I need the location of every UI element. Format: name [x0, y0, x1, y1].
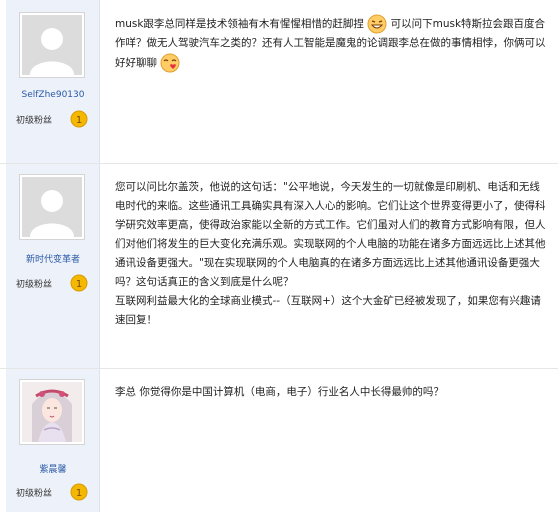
grin-emoji-icon: [367, 14, 387, 34]
post-paragraph: 互联网利益最大化的全球商业模式--（互联网+）这个大金矿已经被发现了，如果您有兴…: [115, 295, 541, 326]
username[interactable]: SelfZhe90130: [6, 90, 100, 100]
post-content: musk跟李总同样是技术领袖有木有惺惺相惜的赶脚捏 可以问下musk特斯拉会跟百…: [115, 14, 547, 73]
avatar[interactable]: [19, 174, 85, 240]
post-paragraph: 您可以问比尔盖茨，他说的这句话："公平地说，今天发生的一切就像是印刷机、电话和无…: [115, 181, 546, 288]
username[interactable]: 紫晨馨: [6, 462, 100, 475]
post-text: musk跟李总同样是技术领袖有木有惺惺相惜的赶脚捏: [115, 18, 364, 30]
user-sidebar: 紫晨馨 初级粉丝 1: [6, 369, 100, 512]
medal-number: 1: [76, 279, 82, 290]
post-2: 新时代变革者 初级粉丝 1 您可以问比尔盖茨，他说的这句话："公平地说，今天发生…: [0, 164, 558, 368]
avatar[interactable]: [19, 379, 85, 445]
rank-label: 初级粉丝: [16, 489, 53, 499]
username[interactable]: 新时代变革者: [6, 252, 100, 265]
kiss-emoji-icon: [160, 53, 180, 73]
user-sidebar: SelfZhe90130 初级粉丝 1: [6, 0, 100, 163]
default-avatar-icon: [22, 15, 82, 75]
rank-label: 初级粉丝: [16, 280, 53, 290]
medal-number: 1: [76, 488, 82, 499]
post-3: 紫晨馨 初级粉丝 1 李总 你觉得你是中国计算机（电商，电子）行业名人中长得最帅…: [0, 369, 558, 512]
rank-label: 初级粉丝: [16, 116, 53, 126]
post-content: 您可以问比尔盖茨，他说的这句话："公平地说，今天发生的一切就像是印刷机、电话和无…: [115, 178, 547, 330]
post-paragraph: 李总 你觉得你是中国计算机（电商，电子）行业名人中长得最帅的吗？: [115, 386, 444, 398]
medal-icon: 1: [70, 274, 88, 292]
medal-icon: 1: [70, 483, 88, 501]
medal-icon: 1: [70, 110, 88, 128]
post-1: SelfZhe90130 初级粉丝 1 musk跟李总同样是技术领袖有木有惺惺相…: [0, 0, 558, 163]
post-content: 李总 你觉得你是中国计算机（电商，电子）行业名人中长得最帅的吗？: [115, 383, 547, 402]
illustrated-avatar-icon: [22, 382, 82, 442]
medal-number: 1: [76, 115, 82, 126]
default-avatar-icon: [22, 177, 82, 237]
avatar[interactable]: [19, 12, 85, 78]
user-sidebar: 新时代变革者 初级粉丝 1: [6, 164, 100, 368]
